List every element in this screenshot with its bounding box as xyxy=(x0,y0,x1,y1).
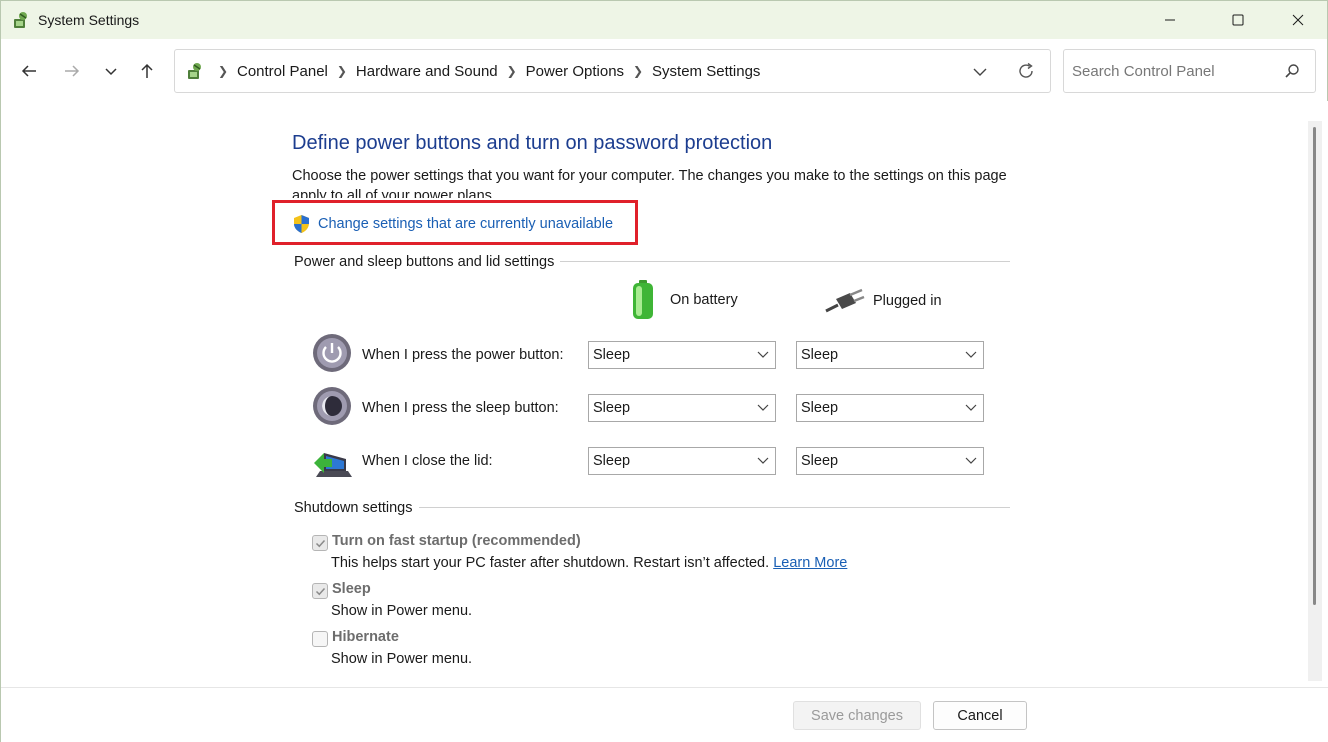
on-battery-column-header: On battery xyxy=(628,279,738,321)
chevron-down-icon xyxy=(105,68,117,76)
fast-startup-description: This helps start your PC faster after sh… xyxy=(331,555,847,571)
hibernate-checkbox[interactable] xyxy=(312,631,328,647)
power-button-battery-select[interactable]: Sleep xyxy=(588,341,776,369)
window-title: System Settings xyxy=(38,12,140,28)
sleep-button-label: When I press the sleep button: xyxy=(362,400,559,416)
up-button[interactable] xyxy=(135,59,159,83)
forward-button[interactable] xyxy=(60,59,84,83)
recent-locations-button[interactable] xyxy=(99,59,123,83)
breadcrumb-control-panel[interactable]: Control Panel xyxy=(233,63,332,80)
chevron-right-icon: ❯ xyxy=(506,64,517,78)
refresh-icon[interactable] xyxy=(1016,61,1036,81)
chevron-down-icon xyxy=(757,404,769,411)
footer-bar: Save changes Cancel xyxy=(1,687,1328,742)
chevron-right-icon: ❯ xyxy=(633,64,644,78)
hibernate-option-description: Show in Power menu. xyxy=(331,651,473,667)
chevron-down-icon xyxy=(757,351,769,358)
breadcrumb-power-options[interactable]: Power Options xyxy=(522,63,628,80)
battery-icon xyxy=(633,280,653,319)
learn-more-link[interactable]: Learn More xyxy=(773,555,847,571)
search-input[interactable] xyxy=(1072,50,1272,92)
search-icon[interactable] xyxy=(1283,62,1301,80)
search-box xyxy=(1063,49,1316,93)
plugged-in-label: Plugged in xyxy=(873,293,942,309)
address-dropdown-icon[interactable] xyxy=(970,62,990,82)
arrow-right-icon xyxy=(65,65,80,77)
minimize-button[interactable] xyxy=(1147,1,1193,39)
cancel-button[interactable]: Cancel xyxy=(933,701,1027,730)
sleep-button-battery-select[interactable]: Sleep xyxy=(588,394,776,422)
page-description: Choose the power settings that you want … xyxy=(292,168,1007,198)
address-bar[interactable]: ❯ Control Panel ❯ Hardware and Sound ❯ P… xyxy=(174,49,1051,93)
breadcrumb-system-settings[interactable]: System Settings xyxy=(648,63,764,80)
control-panel-icon xyxy=(14,12,27,28)
power-plug-icon xyxy=(825,288,865,313)
hibernate-option-title: Hibernate xyxy=(332,629,399,645)
checkmark-icon xyxy=(315,539,325,547)
select-value: Sleep xyxy=(593,347,631,363)
close-lid-battery-select[interactable]: Sleep xyxy=(588,447,776,475)
breadcrumb-hardware-and-sound[interactable]: Hardware and Sound xyxy=(352,63,502,80)
power-button-plugged-select[interactable]: Sleep xyxy=(796,341,984,369)
power-button-icon xyxy=(313,334,351,372)
plugged-in-column-header: Plugged in xyxy=(824,287,942,315)
chevron-right-icon: ❯ xyxy=(217,64,229,78)
page-title: Define power buttons and turn on passwor… xyxy=(292,132,773,154)
select-value: Sleep xyxy=(801,400,839,416)
navigation-bar: ❯ Control Panel ❯ Hardware and Sound ❯ P… xyxy=(1,39,1327,101)
on-battery-label: On battery xyxy=(670,292,738,308)
back-button[interactable] xyxy=(17,59,41,83)
sleep-checkbox[interactable] xyxy=(312,583,328,599)
power-button-label: When I press the power button: xyxy=(362,347,564,363)
maximize-button[interactable] xyxy=(1215,1,1261,39)
chevron-down-icon xyxy=(965,457,977,464)
chevron-down-icon xyxy=(757,457,769,464)
fast-startup-description-text: This helps start your PC faster after sh… xyxy=(331,555,770,571)
system-settings-window: System Settings ❯ Control Panel ❯ Hardwa… xyxy=(0,0,1328,742)
close-lid-label: When I close the lid: xyxy=(362,453,493,469)
sleep-option-title: Sleep xyxy=(332,581,371,597)
uac-shield-icon xyxy=(294,215,309,233)
chevron-down-icon xyxy=(965,351,977,358)
control-panel-icon xyxy=(188,63,201,79)
select-value: Sleep xyxy=(801,453,839,469)
breadcrumb: ❯ Control Panel ❯ Hardware and Sound ❯ P… xyxy=(213,50,764,92)
select-value: Sleep xyxy=(593,453,631,469)
minimize-icon xyxy=(1165,19,1175,21)
shutdown-section-title: Shutdown settings xyxy=(294,500,419,516)
close-button[interactable] xyxy=(1275,1,1321,39)
fast-startup-checkbox[interactable] xyxy=(312,535,328,551)
power-section-title: Power and sleep buttons and lid settings xyxy=(294,254,561,270)
sleep-button-icon xyxy=(313,387,351,425)
scrollbar-thumb[interactable] xyxy=(1313,127,1316,605)
fast-startup-title: Turn on fast startup (recommended) xyxy=(332,533,581,549)
arrow-left-icon xyxy=(21,65,36,77)
select-value: Sleep xyxy=(801,347,839,363)
laptop-lid-icon xyxy=(314,453,352,477)
chevron-down-icon xyxy=(965,404,977,411)
sleep-option-description: Show in Power menu. xyxy=(331,603,473,619)
checkmark-icon xyxy=(315,587,325,595)
maximize-icon xyxy=(1232,14,1244,26)
close-icon xyxy=(1292,14,1304,26)
vertical-scrollbar[interactable] xyxy=(1308,121,1322,681)
main-content: Define power buttons and turn on passwor… xyxy=(1,101,1328,687)
change-settings-link-label: Change settings that are currently unava… xyxy=(318,216,614,232)
title-bar: System Settings xyxy=(1,1,1327,39)
chevron-right-icon: ❯ xyxy=(336,64,347,78)
save-changes-button[interactable]: Save changes xyxy=(793,701,921,730)
sleep-button-plugged-select[interactable]: Sleep xyxy=(796,394,984,422)
select-value: Sleep xyxy=(593,400,631,416)
close-lid-plugged-select[interactable]: Sleep xyxy=(796,447,984,475)
change-settings-link[interactable]: Change settings that are currently unava… xyxy=(292,214,613,234)
arrow-up-icon xyxy=(141,63,153,78)
